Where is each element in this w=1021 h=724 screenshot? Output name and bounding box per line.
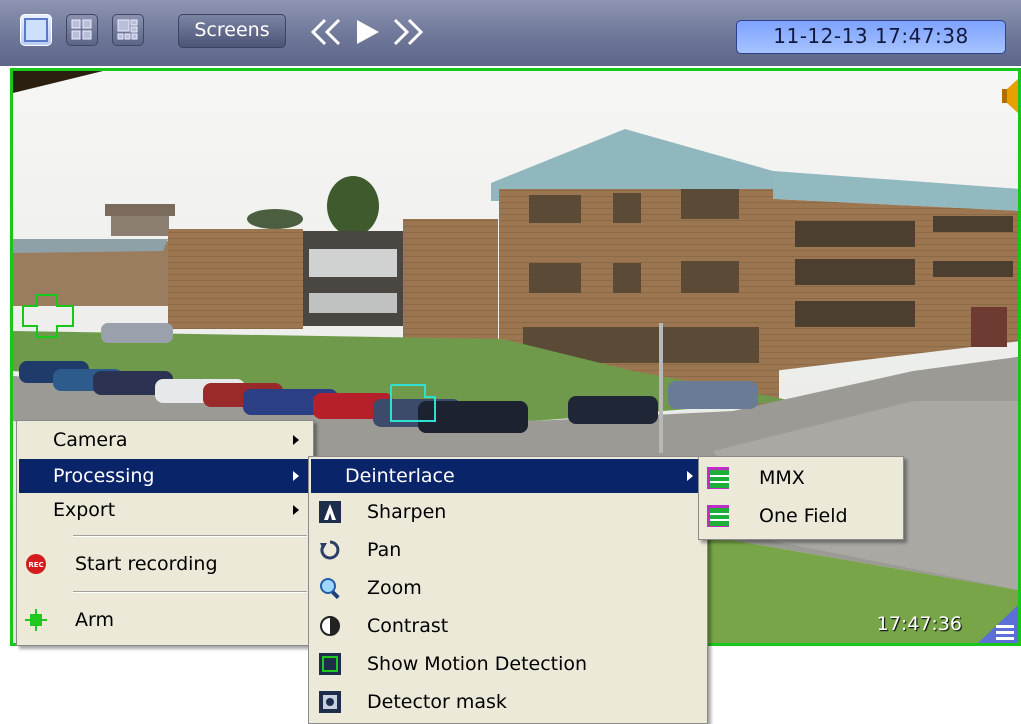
four-view-button[interactable]: [66, 14, 98, 46]
menu-item-deinterlace[interactable]: Deinterlace: [311, 459, 705, 493]
multi-view-button[interactable]: [112, 14, 144, 46]
deinterlace-mode-icon: [707, 505, 729, 527]
camera-context-menu: Camera Processing Export REC Start recor…: [16, 420, 314, 646]
menu-item-show-motion-detection[interactable]: Show Motion Detection: [311, 647, 705, 681]
menu-item-label: Arm: [75, 609, 114, 631]
speaker-icon[interactable]: [1002, 79, 1018, 113]
menu-item-processing[interactable]: Processing: [19, 459, 311, 493]
menu-item-label: Start recording: [75, 553, 218, 575]
submenu-arrow-icon: [293, 505, 299, 515]
menu-separator: [73, 591, 307, 593]
single-view-icon: [24, 18, 48, 42]
submenu-arrow-icon: [687, 471, 693, 481]
menu-item-camera[interactable]: Camera: [19, 423, 311, 457]
menu-item-mmx[interactable]: MMX: [701, 461, 901, 495]
zoom-icon: [320, 578, 340, 599]
play-icon[interactable]: [352, 17, 382, 47]
rewind-icon[interactable]: [308, 17, 348, 47]
screens-button[interactable]: Screens: [178, 14, 286, 48]
submenu-arrow-icon: [293, 435, 299, 445]
menu-item-label: Export: [53, 499, 116, 521]
deinterlace-submenu: MMX One Field: [698, 456, 904, 540]
menu-item-label: MMX: [759, 467, 805, 489]
menu-item-label: Contrast: [367, 615, 449, 637]
single-view-button[interactable]: [20, 14, 52, 46]
datetime-display: 11-12-13 17:47:38: [736, 20, 1006, 54]
menu-item-one-field[interactable]: One Field: [701, 499, 901, 533]
menu-separator: [73, 535, 307, 537]
submenu-arrow-icon: [293, 471, 299, 481]
four-view-icon: [71, 19, 92, 40]
top-toolbar: Screens 11-12-13 17:47:38: [0, 0, 1021, 66]
video-menu-icon[interactable]: [978, 605, 1018, 643]
detector-mask-icon: [319, 691, 341, 713]
menu-item-sharpen[interactable]: Sharpen: [311, 495, 705, 529]
menu-item-zoom[interactable]: Zoom: [311, 571, 705, 605]
menu-item-label: Camera: [53, 429, 128, 451]
menu-item-label: Detector mask: [367, 691, 507, 713]
menu-item-label: Show Motion Detection: [367, 653, 588, 675]
menu-item-start-recording[interactable]: REC Start recording: [19, 547, 311, 581]
menu-item-arm[interactable]: Arm: [19, 603, 311, 637]
processing-submenu: Deinterlace Sharpen Pan Zoom Contrast Sh…: [308, 456, 708, 724]
menu-item-pan[interactable]: Pan: [311, 533, 705, 567]
fast-forward-icon[interactable]: [388, 17, 428, 47]
menu-item-label: Sharpen: [367, 501, 447, 523]
menu-item-label: One Field: [759, 505, 848, 527]
menu-item-contrast[interactable]: Contrast: [311, 609, 705, 643]
menu-item-label: Processing: [53, 465, 155, 487]
menu-item-detector-mask[interactable]: Detector mask: [311, 685, 705, 719]
sharpen-icon: [319, 501, 341, 523]
rec-icon: REC: [26, 554, 46, 574]
menu-item-label: Pan: [367, 539, 402, 561]
camera-timestamp: 17:47:36: [876, 613, 962, 635]
deinterlace-mode-icon: [707, 467, 729, 489]
contrast-icon: [320, 616, 340, 636]
arm-icon: [25, 609, 47, 631]
menu-item-export[interactable]: Export: [19, 493, 311, 527]
motion-detection-icon: [319, 653, 341, 675]
pan-icon: [320, 540, 340, 560]
multi-view-icon: [117, 19, 138, 40]
menu-item-label: Zoom: [367, 577, 422, 599]
svg-text:REC: REC: [28, 561, 43, 569]
menu-item-label: Deinterlace: [345, 465, 455, 487]
